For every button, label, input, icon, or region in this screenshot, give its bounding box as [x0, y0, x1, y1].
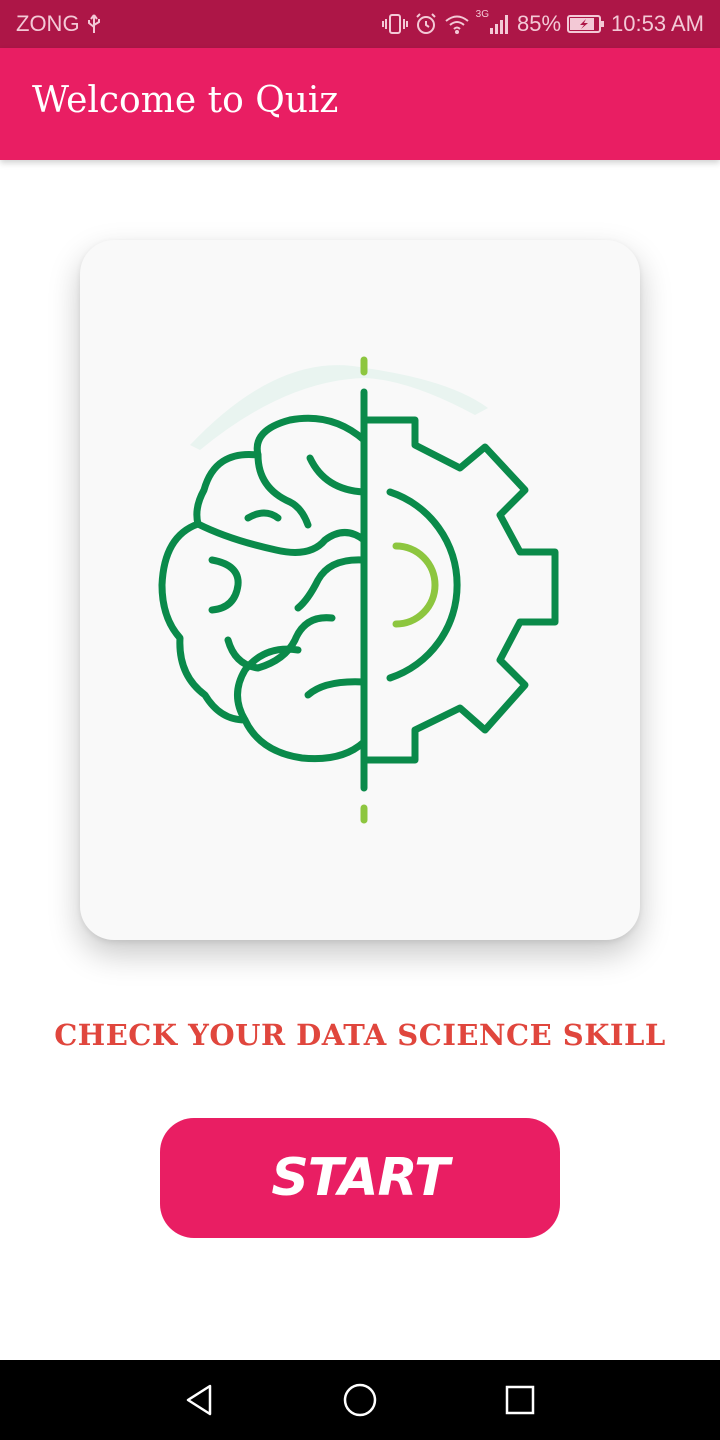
page-title: Welcome to Quiz [32, 80, 339, 121]
navigation-bar [0, 1360, 720, 1440]
start-button[interactable]: START [160, 1118, 560, 1238]
battery-charging-icon [567, 14, 605, 34]
alarm-icon [414, 12, 438, 36]
usb-icon [86, 13, 102, 35]
back-icon[interactable] [180, 1380, 220, 1420]
signal-icon: 3G [476, 9, 511, 35]
carrier-name: ZONG [16, 11, 80, 36]
wifi-icon [444, 13, 470, 35]
battery-percent: 85% [517, 11, 562, 36]
vibrate-icon [381, 12, 408, 36]
brain-gear-icon [158, 356, 559, 824]
app-bar: Welcome to Quiz [0, 48, 720, 160]
home-icon[interactable] [340, 1380, 380, 1420]
recents-icon[interactable] [500, 1380, 540, 1420]
status-right: 3G 85% 10:53 AM [381, 9, 704, 37]
clock: 10:53 AM [611, 11, 704, 36]
start-button-label: START [271, 1148, 449, 1208]
status-left: ZONG [16, 11, 102, 37]
illustration-card [80, 240, 640, 940]
network-type: 3G [475, 9, 489, 20]
status-bar: ZONG 3G 85% 10:53 AM [0, 0, 720, 48]
tagline: CHECK YOUR DATA SCIENCE SKILL [54, 1018, 666, 1052]
